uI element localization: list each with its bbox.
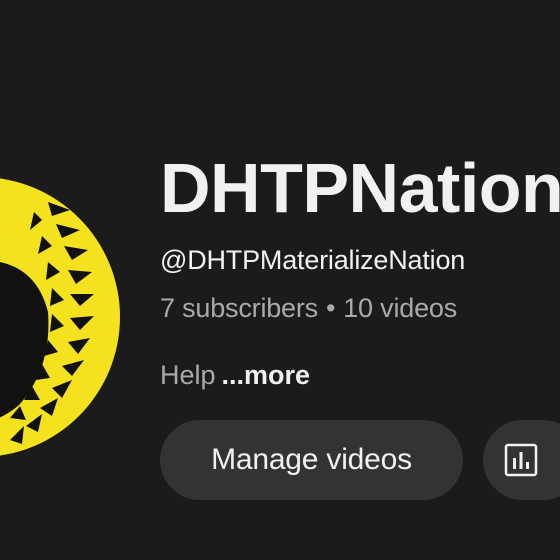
bar-chart-icon	[504, 443, 538, 477]
channel-header: DHTPNation @DHTPMaterializeNation 7 subs…	[0, 0, 560, 560]
channel-avatar[interactable]	[0, 142, 130, 502]
channel-stats: 7 subscribers • 10 videos	[160, 293, 457, 324]
manage-videos-button[interactable]: Manage videos	[160, 420, 463, 500]
channel-name: DHTPNation	[160, 149, 560, 227]
video-count: 10 videos	[343, 293, 458, 323]
channel-handle: @DHTPMaterializeNation	[160, 245, 466, 275]
analytics-button[interactable]	[483, 420, 560, 500]
description-text: Help	[160, 360, 216, 390]
stats-separator: •	[325, 293, 336, 323]
more-link[interactable]: ...more	[222, 360, 311, 390]
subscriber-count: 7 subscribers	[160, 293, 318, 323]
channel-description[interactable]: Help ...more	[160, 360, 310, 391]
